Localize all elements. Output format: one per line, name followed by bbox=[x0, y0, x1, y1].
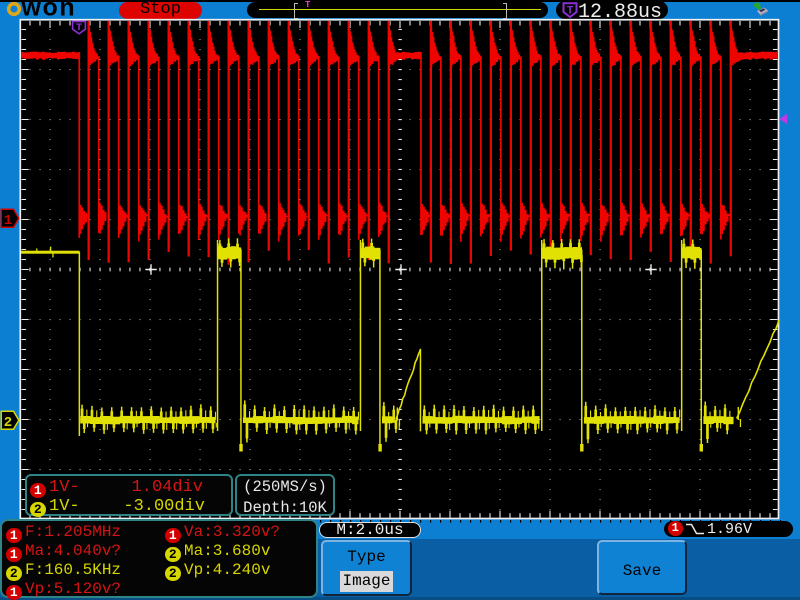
svg-text:1: 1 bbox=[4, 213, 12, 229]
svg-text:2: 2 bbox=[4, 415, 12, 431]
svg-text:T: T bbox=[76, 22, 82, 34]
